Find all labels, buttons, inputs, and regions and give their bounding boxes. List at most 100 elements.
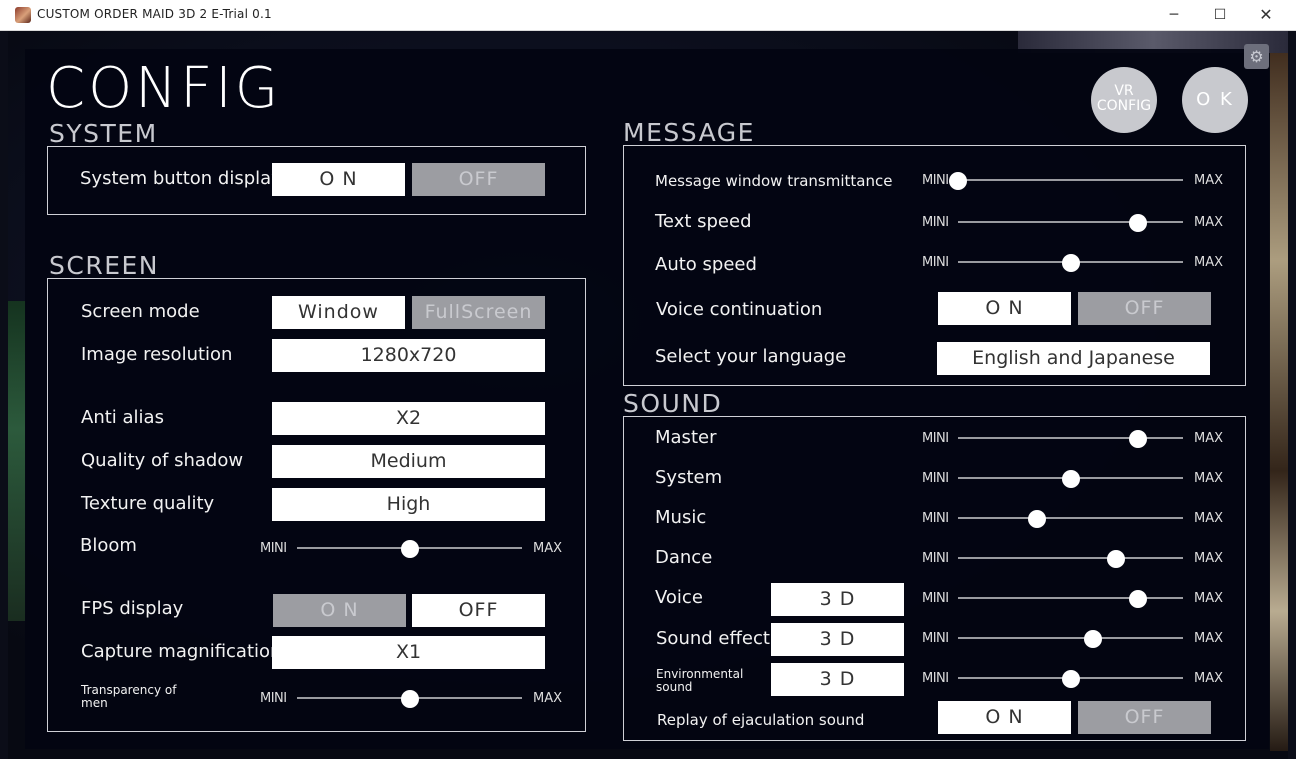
close-button[interactable]: ✕: [1243, 0, 1289, 31]
voice-volume-knob[interactable]: [1129, 590, 1147, 608]
transparency-mini-label: MINI: [260, 691, 287, 706]
transparency-of-men-label-line1: Transparency of: [81, 683, 177, 697]
dance-volume-label: Dance: [655, 547, 713, 568]
screen-mode-fullscreen[interactable]: FullScreen: [412, 296, 545, 329]
title-bar: CUSTOM ORDER MAID 3D 2 E-Trial 0.1 ─ ☐ ✕: [0, 0, 1296, 31]
music-volume-track[interactable]: [958, 517, 1183, 519]
bloom-max-label: MAX: [533, 541, 563, 556]
music-volume-knob[interactable]: [1027, 510, 1046, 528]
environmental-mini-label: MINI: [922, 671, 949, 686]
master-volume-knob[interactable]: [1129, 430, 1147, 448]
bloom-label: Bloom: [80, 535, 137, 556]
texture-quality-select[interactable]: High: [272, 488, 545, 521]
bloom-slider-knob[interactable]: [400, 540, 419, 558]
message-transmittance-label: Message window transmittance: [655, 172, 893, 190]
transparency-of-men-label-line2: men: [81, 696, 108, 710]
sound-section-title: SOUND: [623, 389, 723, 418]
message-transmittance-knob[interactable]: [949, 172, 967, 190]
master-volume-track[interactable]: [958, 437, 1183, 439]
text-speed-label: Text speed: [655, 211, 752, 232]
auto-speed-knob[interactable]: [1061, 254, 1080, 272]
image-resolution-label: Image resolution: [81, 344, 233, 365]
sound-effect-knob[interactable]: [1084, 630, 1102, 648]
master-volume-label: Master: [655, 427, 717, 448]
text-speed-mini-label: MINI: [922, 215, 949, 230]
system-section-title: SYSTEM: [49, 119, 158, 148]
dance-volume-knob[interactable]: [1106, 550, 1125, 568]
capture-magnification-select[interactable]: X1: [272, 636, 545, 669]
language-label: Select your language: [655, 346, 847, 367]
text-speed-knob[interactable]: [1129, 214, 1147, 232]
environmental-sound-3d-button[interactable]: 3 D: [771, 663, 904, 696]
quality-of-shadow-select[interactable]: Medium: [272, 445, 545, 478]
bloom-mini-label: MINI: [260, 541, 287, 556]
scene-building: [1270, 51, 1288, 751]
sound-effect-3d-button[interactable]: 3 D: [771, 623, 904, 656]
music-volume-label: Music: [655, 507, 707, 528]
minimize-button[interactable]: ─: [1151, 0, 1197, 31]
text-speed-track[interactable]: [958, 221, 1183, 223]
language-select[interactable]: English and Japanese: [937, 342, 1210, 375]
app-window: CUSTOM ORDER MAID 3D 2 E-Trial 0.1 ─ ☐ ✕…: [0, 0, 1296, 759]
maximize-button[interactable]: ☐: [1197, 0, 1243, 31]
anti-alias-select[interactable]: X2: [272, 402, 545, 435]
ok-button[interactable]: O K: [1182, 67, 1248, 133]
message-transmittance-mini-label: MINI: [922, 173, 949, 188]
environmental-max-label: MAX: [1194, 671, 1224, 686]
texture-quality-label: Texture quality: [81, 493, 215, 514]
window-title: CUSTOM ORDER MAID 3D 2 E-Trial 0.1: [37, 7, 272, 21]
quality-of-shadow-label: Quality of shadow: [81, 450, 244, 471]
sound-effect-max-label: MAX: [1194, 631, 1224, 646]
voice-continuation-off[interactable]: OFF: [1078, 292, 1211, 325]
environmental-sound-knob[interactable]: [1061, 670, 1080, 688]
sound-effect-mini-label: MINI: [922, 631, 949, 646]
sound-effect-label: Sound effect: [656, 628, 770, 649]
dance-volume-track[interactable]: [958, 557, 1183, 559]
dance-mini-label: MINI: [922, 551, 949, 566]
replay-ejaculation-on[interactable]: O N: [938, 701, 1071, 734]
vr-config-button[interactable]: VR CONFIG: [1091, 67, 1157, 133]
fps-display-on[interactable]: O N: [273, 594, 406, 627]
message-section-title: MESSAGE: [623, 118, 755, 147]
auto-speed-label: Auto speed: [655, 254, 757, 275]
voice-volume-track[interactable]: [958, 597, 1183, 599]
master-mini-label: MINI: [922, 431, 949, 446]
system-button-display-on[interactable]: O N: [272, 163, 405, 196]
fps-display-off[interactable]: OFF: [412, 594, 545, 627]
transparency-max-label: MAX: [533, 691, 563, 706]
sound-section: [623, 416, 1246, 741]
voice-mini-label: MINI: [922, 591, 949, 606]
ok-label: O K: [1196, 89, 1234, 110]
anti-alias-label: Anti alias: [81, 407, 164, 428]
voice-3d-button[interactable]: 3 D: [771, 583, 904, 616]
replay-ejaculation-off[interactable]: OFF: [1078, 701, 1211, 734]
system-mini-label: MINI: [922, 471, 949, 486]
environmental-sound-label-line1: Environmental: [656, 667, 744, 681]
voice-continuation-label: Voice continuation: [656, 299, 823, 320]
vr-config-label-line2: CONFIG: [1096, 98, 1152, 114]
replay-ejaculation-label: Replay of ejaculation sound: [657, 711, 865, 729]
message-transmittance-track[interactable]: [958, 179, 1183, 181]
auto-speed-mini-label: MINI: [922, 255, 949, 270]
transparency-slider-knob[interactable]: [400, 690, 419, 708]
dance-max-label: MAX: [1194, 551, 1224, 566]
auto-speed-max-label: MAX: [1194, 255, 1224, 270]
screen-mode-window[interactable]: Window: [272, 296, 405, 329]
vr-config-label-line1: VR: [1114, 83, 1134, 99]
message-transmittance-max-label: MAX: [1194, 173, 1224, 188]
text-speed-max-label: MAX: [1194, 215, 1224, 230]
master-max-label: MAX: [1194, 431, 1224, 446]
system-button-display-off[interactable]: OFF: [412, 163, 545, 196]
app-icon: [15, 7, 31, 23]
system-volume-knob[interactable]: [1061, 470, 1080, 488]
system-button-display-label: System button display: [80, 168, 282, 189]
gear-icon[interactable]: ⚙: [1244, 44, 1269, 69]
sound-effect-track[interactable]: [958, 637, 1183, 639]
screen-section-title: SCREEN: [49, 251, 159, 280]
voice-continuation-on[interactable]: O N: [938, 292, 1071, 325]
screen-mode-label: Screen mode: [81, 301, 200, 322]
voice-max-label: MAX: [1194, 591, 1224, 606]
capture-magnification-label: Capture magnification: [81, 641, 282, 662]
image-resolution-select[interactable]: 1280x720: [272, 339, 545, 372]
music-mini-label: MINI: [922, 511, 949, 526]
